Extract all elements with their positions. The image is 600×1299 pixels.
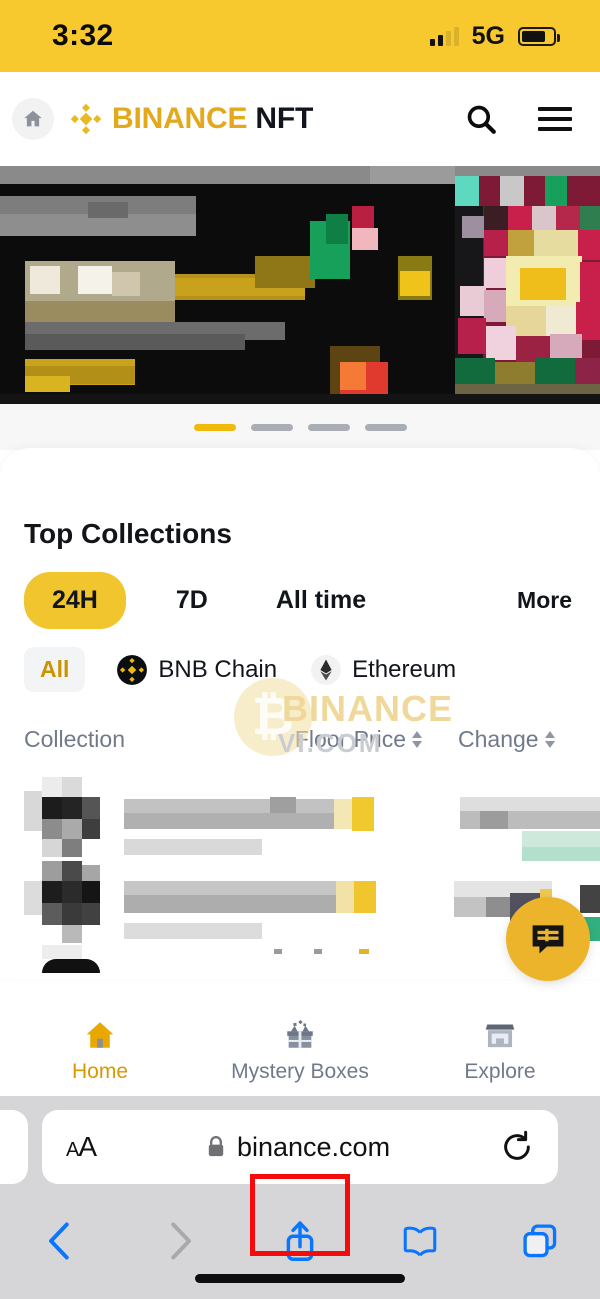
binance-diamond-icon: [70, 103, 102, 135]
brand-logo[interactable]: BINANCE NFT: [70, 102, 313, 136]
tabs-icon: [523, 1224, 557, 1258]
text-size-button[interactable]: AA: [66, 1131, 97, 1163]
adjacent-tab-peek[interactable]: [0, 1110, 28, 1184]
tab-24h[interactable]: 24H: [24, 572, 126, 629]
brand-secondary: NFT: [255, 102, 314, 135]
top-collections-card: Top Collections 24H 7D All time More All: [0, 448, 600, 979]
url-display: binance.com: [96, 1132, 500, 1163]
carousel-dot-3[interactable]: [307, 423, 350, 431]
bottom-navigation: Home Mystery Boxes Explore: [0, 1006, 600, 1096]
site-header: BINANCE NFT: [0, 72, 600, 166]
search-icon[interactable]: [464, 102, 498, 136]
chain-filter-bnb[interactable]: BNB Chain: [117, 654, 278, 685]
header-actions: [464, 102, 572, 136]
bookmarks-button[interactable]: [360, 1221, 480, 1261]
ethereum-icon: [311, 654, 342, 685]
carousel-dot-2[interactable]: [250, 423, 293, 431]
collections-table: [24, 773, 600, 979]
status-bar-indicators: 5G: [429, 21, 560, 51]
brand-primary: BINANCE: [112, 102, 248, 135]
chain-filter-row: All BNB Chain Ethereum: [24, 647, 576, 692]
carousel-dot-1[interactable]: [193, 423, 236, 431]
nav-item-home[interactable]: Home: [0, 1018, 200, 1084]
status-bar-time: 3:32: [52, 19, 114, 52]
column-header-floor-price-label: Floor Price: [294, 726, 406, 752]
column-header-change-label: Change: [458, 726, 539, 752]
chain-filter-bnb-label: BNB Chain: [158, 655, 278, 683]
home-filled-icon: [86, 1022, 114, 1048]
bnb-chain-icon: [117, 654, 148, 685]
mystery-box-icon: [287, 1019, 313, 1048]
reload-icon[interactable]: [500, 1130, 534, 1164]
home-icon: [24, 110, 42, 127]
brand-text: BINANCE NFT: [112, 102, 313, 136]
sort-arrows-icon: [412, 731, 422, 748]
nav-item-explore[interactable]: Explore: [400, 1018, 600, 1084]
column-header-change[interactable]: Change: [458, 726, 576, 753]
chain-filter-all[interactable]: All: [24, 647, 86, 692]
hamburger-menu-icon[interactable]: [538, 107, 572, 131]
carousel-indicators: [0, 404, 600, 450]
status-bar: 3:32 5G: [0, 0, 600, 72]
chat-bubble-icon: [532, 925, 564, 954]
share-button-highlight-annotation: [250, 1174, 350, 1256]
time-range-tabs: 24H 7D All time More: [24, 572, 576, 629]
column-header-floor-price[interactable]: Floor Price: [295, 726, 422, 753]
nav-item-mystery-boxes[interactable]: Mystery Boxes: [200, 1018, 400, 1084]
forward-chevron-icon: [171, 1222, 191, 1260]
forward-button[interactable]: [120, 1220, 240, 1262]
promo-banner-carousel[interactable]: [0, 166, 600, 404]
back-chevron-icon: [49, 1222, 69, 1260]
cellular-signal-icon: [429, 26, 459, 46]
banner-pixelated-artwork: [0, 166, 600, 404]
nav-item-home-label: Home: [71, 1060, 129, 1083]
network-type-label: 5G: [471, 21, 505, 50]
chain-filter-ethereum-label: Ethereum: [352, 655, 457, 683]
nav-item-explore-label: Explore: [464, 1060, 536, 1083]
table-row[interactable]: [24, 773, 600, 861]
tab-7d[interactable]: 7D: [166, 572, 218, 629]
nav-item-mystery-boxes-label: Mystery Boxes: [231, 1060, 369, 1083]
page-title: Top Collections: [24, 518, 232, 549]
more-link[interactable]: More: [517, 587, 576, 614]
back-button[interactable]: [0, 1220, 120, 1262]
address-bar[interactable]: AA binance.com: [42, 1110, 558, 1184]
table-row[interactable]: [24, 859, 600, 945]
home-indicator: [195, 1274, 405, 1283]
url-text: binance.com: [236, 1131, 391, 1162]
lock-icon: [208, 1136, 224, 1157]
banner-bottom-strip: [0, 394, 600, 404]
tab-all-time[interactable]: All time: [266, 572, 376, 629]
column-header-collection: Collection: [24, 726, 125, 752]
battery-icon: [518, 26, 560, 46]
chat-support-button[interactable]: [506, 897, 590, 981]
header-home-button[interactable]: [12, 98, 54, 140]
phone-screenshot: 3:32 5G BINANCE NFT Top Collections 24H …: [0, 0, 600, 1299]
storefront-icon: [485, 1024, 515, 1048]
table-row[interactable]: [24, 945, 576, 979]
book-icon: [403, 1226, 437, 1257]
tabs-button[interactable]: [480, 1221, 600, 1261]
carousel-dot-4[interactable]: [364, 423, 407, 431]
table-header-row: Collection Floor Price Change: [24, 726, 576, 759]
sort-arrows-icon: [544, 731, 555, 748]
chain-filter-ethereum[interactable]: Ethereum: [311, 654, 457, 685]
